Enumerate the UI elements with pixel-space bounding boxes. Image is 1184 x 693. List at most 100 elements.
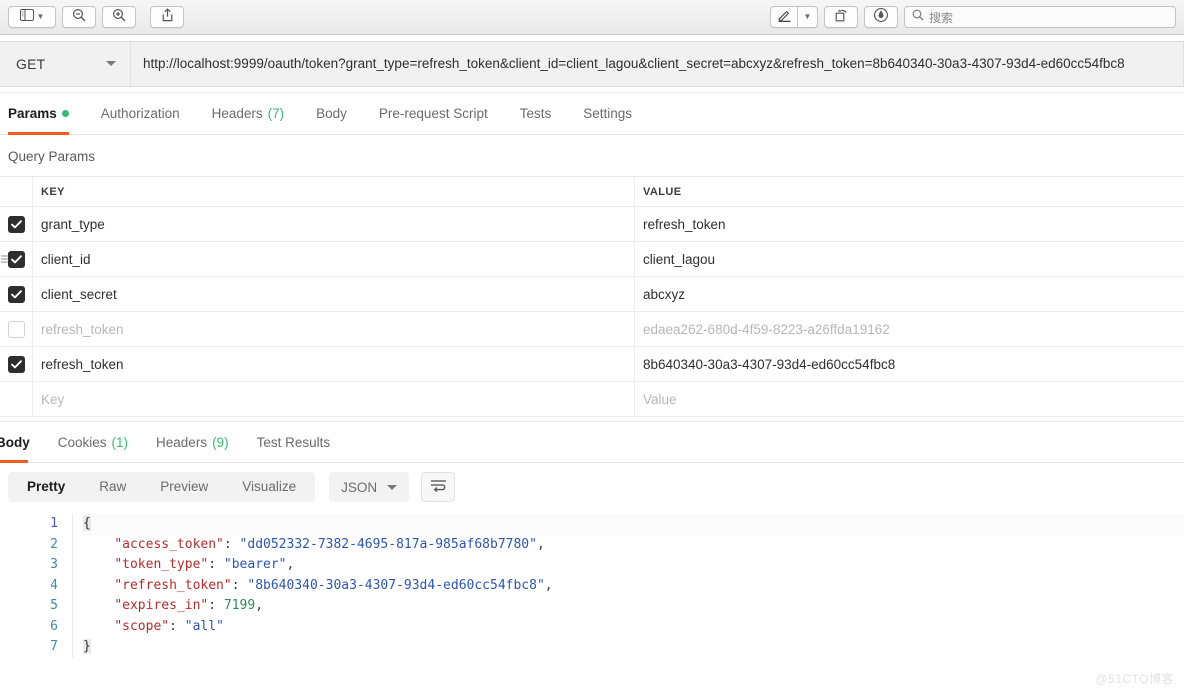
param-value-text: 8b640340-30a3-4307-93d4-ed60cc54fbc8 <box>643 356 896 372</box>
http-method-label: GET <box>16 55 46 72</box>
table-row[interactable]: refresh_token edaea262-680d-4f59-8223-a26… <box>0 312 1184 347</box>
zoom-in-button[interactable] <box>102 6 136 28</box>
code-line: { <box>83 514 1184 535</box>
http-method-select[interactable]: GET <box>0 40 131 87</box>
param-key-text: refresh_token <box>41 356 124 372</box>
row-checkbox-cell[interactable] <box>0 207 33 241</box>
row-checkbox-cell[interactable] <box>0 382 33 416</box>
line-number: 2 <box>50 536 58 552</box>
row-key-cell[interactable]: refresh_token <box>33 347 635 381</box>
row-value-cell[interactable]: Value <box>635 382 1184 416</box>
zoom-out-button[interactable] <box>62 6 96 28</box>
param-value-text: client_lagou <box>643 251 716 267</box>
request-tab-params[interactable]: Params <box>8 93 85 135</box>
header-value-cell: VALUE <box>635 177 1184 206</box>
table-header-row: KEY VALUE <box>0 177 1184 207</box>
format-mode-raw[interactable]: Raw <box>82 472 143 502</box>
code-line: "token_type": "bearer", <box>83 555 1184 576</box>
word-wrap-button[interactable] <box>421 472 456 502</box>
row-value-cell[interactable]: 8b640340-30a3-4307-93d4-ed60cc54fbc8 <box>635 347 1184 381</box>
response-tab-headers[interactable]: Headers (9) <box>142 422 243 462</box>
row-value-cell[interactable]: edaea262-680d-4f59-8223-a26ffda19162 <box>635 312 1184 346</box>
drag-handle-icon[interactable] <box>1 255 8 263</box>
code-token-brace: } <box>83 639 91 654</box>
request-tab-headers[interactable]: Headers (7) <box>196 93 301 134</box>
chevron-down-icon: ▼ <box>36 12 45 21</box>
rotate-button[interactable] <box>824 6 858 28</box>
tab-label: Body <box>316 106 347 121</box>
checkbox-checked[interactable] <box>7 215 25 233</box>
row-value-cell[interactable]: refresh_token <box>635 207 1184 241</box>
content-type-select[interactable]: JSON <box>329 472 410 502</box>
response-format-bar: Pretty Raw Preview Visualize JSON <box>0 463 1184 511</box>
code-line: "access_token": "dd052332-7382-4695-817a… <box>83 535 1184 556</box>
code-token-n: 7199 <box>223 598 256 613</box>
row-key-cell[interactable]: refresh_token <box>33 312 635 346</box>
code-token-s: "8b640340-30a3-4307-93d4-ed60cc54fbc8" <box>247 577 545 593</box>
param-value-text: refresh_token <box>643 216 726 232</box>
code-line: } <box>83 637 1184 658</box>
request-tab-authorization[interactable]: Authorization <box>85 93 196 134</box>
format-mode-preview[interactable]: Preview <box>143 472 225 502</box>
markup-options-button[interactable]: ▼ <box>798 6 818 28</box>
tab-badge-count: (9) <box>212 434 229 450</box>
table-row[interactable]: client_id client_lagou <box>0 242 1184 277</box>
line-number-gutter: 1 2 3 4 5 6 7 <box>0 514 72 658</box>
code-token-s: "dd052332-7382-4695-817a-985af68b7780" <box>239 536 537 552</box>
code-token-p: : <box>208 598 224 613</box>
request-tab-pre-request-script[interactable]: Pre-request Script <box>363 93 504 134</box>
sidebar-toggle-button[interactable]: ▼ <box>8 6 56 28</box>
row-checkbox-cell[interactable] <box>0 277 33 311</box>
request-bar: GET http://localhost:9999/oauth/token?gr… <box>0 35 1184 93</box>
code-token-p: : <box>169 618 185 634</box>
code-token-p <box>83 557 114 572</box>
tab-badge-count: (1) <box>111 434 129 450</box>
tab-label: Test Results <box>256 434 331 450</box>
row-value-cell[interactable]: client_lagou <box>635 242 1184 276</box>
annotate-button[interactable] <box>864 6 898 28</box>
code-token-s: "all" <box>184 618 224 634</box>
response-tab-body[interactable]: Body <box>0 422 44 463</box>
request-tabs: Params Authorization Headers (7) Body Pre-req… <box>0 93 1184 135</box>
checkbox-checked[interactable] <box>7 285 25 303</box>
tab-label: Pre-request Script <box>378 106 488 121</box>
code-token-p: : <box>231 577 248 593</box>
markup-button[interactable] <box>770 6 798 28</box>
share-icon <box>161 7 174 27</box>
url-input[interactable]: http://localhost:9999/oauth/token?grant_… <box>131 40 1184 87</box>
request-tab-settings[interactable]: Settings <box>567 93 648 134</box>
checkbox-checked[interactable] <box>7 250 25 268</box>
checkbox-unchecked[interactable] <box>7 320 25 338</box>
code-token-p: , <box>544 577 553 593</box>
tab-label: Tests <box>519 106 552 121</box>
request-tab-body[interactable]: Body <box>300 93 363 134</box>
response-tab-cookies[interactable]: Cookies (1) <box>44 422 142 462</box>
row-key-cell[interactable]: client_secret <box>33 277 635 311</box>
response-body-viewer[interactable]: 1 2 3 4 5 6 7 { "access_token": "dd052332-7382… <box>0 511 1184 658</box>
code-token-p: : <box>223 536 240 552</box>
search-field[interactable]: 搜索 <box>904 6 1176 28</box>
format-mode-visualize[interactable]: Visualize <box>225 472 313 502</box>
chevron-down-icon <box>106 61 116 66</box>
format-mode-pretty[interactable]: Pretty <box>10 472 82 502</box>
row-checkbox-cell[interactable] <box>0 312 33 346</box>
code-token-k: "expires_in" <box>114 598 209 613</box>
line-number: 3 <box>50 557 58 572</box>
table-row[interactable]: client_secret abcxyz <box>0 277 1184 312</box>
table-row[interactable]: grant_type refresh_token <box>0 207 1184 242</box>
response-body-code[interactable]: { "access_token": "dd052332-7382-4695-81… <box>72 514 1184 658</box>
tab-label: Cookies <box>57 434 107 450</box>
request-tab-tests[interactable]: Tests <box>504 93 568 134</box>
share-button[interactable] <box>150 6 184 28</box>
row-checkbox-cell[interactable] <box>0 347 33 381</box>
sidebar-icon <box>19 8 34 26</box>
response-tabs: Body Cookies (1) Headers (9) Test Results <box>0 421 1184 463</box>
table-row[interactable]: Key Value <box>0 382 1184 417</box>
row-value-cell[interactable]: abcxyz <box>635 277 1184 311</box>
table-row[interactable]: refresh_token 8b640340-30a3-4307-93d4-ed6… <box>0 347 1184 382</box>
row-key-cell[interactable]: grant_type <box>33 207 635 241</box>
row-key-cell[interactable]: client_id <box>33 242 635 276</box>
response-tab-test-results[interactable]: Test Results <box>243 422 345 462</box>
checkbox-checked[interactable] <box>7 355 25 373</box>
row-key-cell[interactable]: Key <box>33 382 635 416</box>
